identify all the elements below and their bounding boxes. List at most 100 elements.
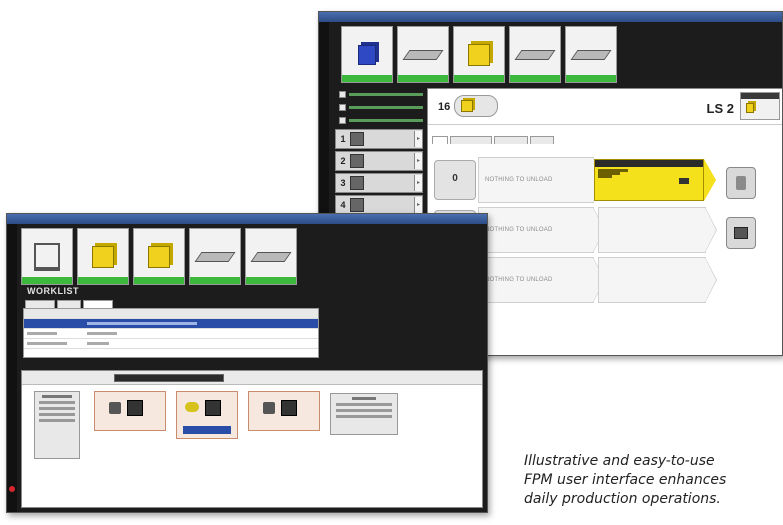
tab-a[interactable]	[25, 300, 55, 308]
yellow-box-icon	[148, 246, 170, 268]
station-tile[interactable]	[509, 26, 561, 83]
queue-row[interactable]: 0 NOTHING TO UNLOAD	[434, 157, 605, 203]
pallet-change-icon	[734, 227, 748, 239]
materials-list[interactable]	[34, 391, 80, 459]
pallet-row[interactable]: 3 ▸	[335, 173, 423, 193]
station-strip	[341, 26, 617, 83]
worklist-grid	[23, 308, 319, 358]
flow-step-process[interactable]	[176, 391, 238, 439]
station-tile[interactable]	[397, 26, 449, 83]
pallet-header-icon	[454, 95, 498, 117]
pallet-move-icon	[679, 178, 689, 184]
tab-4[interactable]	[530, 136, 554, 144]
parts-list[interactable]	[330, 393, 398, 435]
pallet-row[interactable]: 4 ▸	[335, 195, 423, 215]
grid-icon	[205, 400, 221, 416]
ls-label: LS 2	[706, 101, 734, 116]
station-status-bar	[134, 277, 184, 284]
chevron-right-icon[interactable]: ▸	[414, 131, 422, 147]
filter-checkbox[interactable]	[335, 88, 423, 101]
station-tile[interactable]	[77, 228, 129, 285]
grid-icon	[281, 400, 297, 416]
filter-checkbox[interactable]	[335, 101, 423, 114]
tab-b[interactable]	[57, 300, 81, 308]
queue-status: NOTHING TO UNLOAD	[478, 257, 605, 303]
ls-status-card[interactable]	[740, 92, 780, 120]
station-tile[interactable]	[133, 228, 185, 285]
chevron-right-icon[interactable]: ▸	[414, 153, 422, 169]
plate-icon	[250, 252, 292, 262]
panel-tabs	[432, 136, 554, 144]
station-tile[interactable]	[565, 26, 617, 83]
active-job-tip	[704, 159, 716, 201]
worklist-panel	[21, 298, 321, 368]
plate-icon	[402, 50, 444, 60]
tool-button[interactable]	[726, 167, 756, 199]
yellow-box-icon	[468, 44, 490, 66]
left-window-rail	[7, 224, 17, 512]
rack-blue-icon	[358, 45, 376, 65]
active-job-card[interactable]	[594, 159, 704, 201]
station-strip	[21, 228, 297, 285]
page-title: WORKLIST	[27, 286, 79, 296]
station-tile[interactable]	[245, 228, 297, 285]
station-tile[interactable]	[189, 228, 241, 285]
left-app-window: WORKLIST	[6, 213, 488, 513]
chevron-right-icon[interactable]: ▸	[414, 175, 422, 191]
flow-step-load[interactable]	[94, 391, 166, 431]
queue-slot	[598, 207, 717, 253]
queue-position: 0	[434, 160, 476, 200]
pallet-number: 3	[340, 178, 346, 188]
pallet-row[interactable]: 1 ▸	[335, 129, 423, 149]
pallet-number: 4	[340, 200, 346, 210]
page: 1 ▸ 2 ▸ 3 ▸ 4 ▸ 16 LS 2 0 NOTHING TO UNL…	[0, 0, 783, 525]
table-row[interactable]	[24, 319, 318, 329]
pallet-box-icon	[350, 198, 364, 212]
tab-3[interactable]	[494, 136, 528, 144]
key-icon	[185, 402, 199, 412]
unload-icon	[263, 402, 275, 414]
station-status-bar	[190, 277, 240, 284]
plate-icon	[570, 50, 612, 60]
grid-header	[24, 309, 318, 319]
pallet-box-icon	[350, 132, 364, 146]
queue-status: NOTHING TO UNLOAD	[478, 157, 605, 203]
caption-line-1: Illustrative and easy-to-use	[524, 453, 715, 469]
station-tile[interactable]	[341, 26, 393, 83]
grid-icon	[127, 400, 143, 416]
chevron-right-icon[interactable]: ▸	[414, 197, 422, 213]
caption: Illustrative and easy-to-use FPM user in…	[524, 452, 782, 509]
group-selector[interactable]	[114, 374, 224, 382]
job-card-header	[595, 160, 703, 167]
wrench-icon	[736, 176, 746, 190]
yellow-box-icon	[746, 103, 754, 113]
worklist-tabs	[21, 298, 321, 308]
pallet-number: 1	[340, 134, 346, 144]
yellow-box-icon	[92, 246, 114, 268]
flow-panel	[21, 370, 483, 508]
pallet-box-icon	[350, 176, 364, 190]
table-row[interactable]	[24, 339, 318, 349]
plate-icon	[194, 252, 236, 262]
station-tile[interactable]	[453, 26, 505, 83]
caption-line-3: daily production operations.	[524, 491, 721, 507]
tab-c[interactable]	[83, 300, 113, 308]
caption-line-2: FPM user interface enhances	[524, 472, 727, 488]
table-row[interactable]	[24, 329, 318, 339]
flow-step-unload[interactable]	[248, 391, 320, 431]
pallet-row[interactable]: 2 ▸	[335, 151, 423, 171]
station-status-bar	[342, 75, 392, 82]
rack-icon	[34, 243, 60, 271]
pallet-header-number: 16	[438, 101, 451, 113]
filter-checkbox[interactable]	[335, 114, 423, 127]
flow-toolbar	[22, 371, 482, 385]
alert-indicator	[9, 486, 15, 492]
queue-slot	[598, 257, 717, 303]
load-icon	[109, 402, 121, 414]
tab-1[interactable]	[432, 136, 448, 144]
tab-2[interactable]	[450, 136, 492, 144]
station-status-bar	[454, 75, 504, 82]
station-tile[interactable]	[21, 228, 73, 285]
station-status-bar	[78, 277, 128, 284]
pallet-change-button[interactable]	[726, 217, 756, 249]
